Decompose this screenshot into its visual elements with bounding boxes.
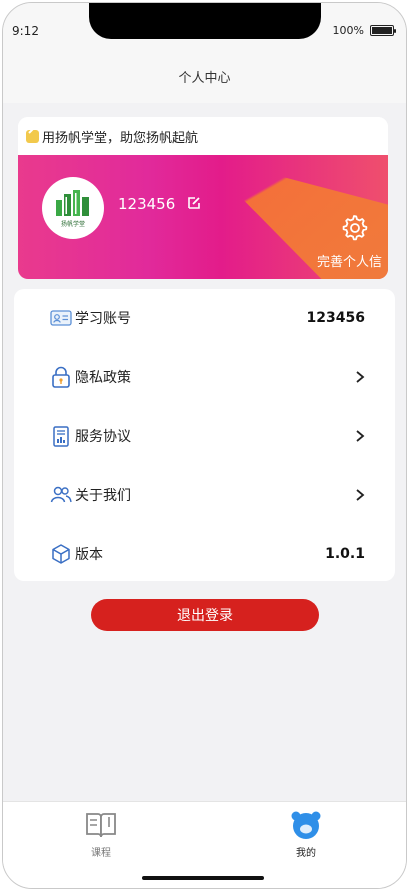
edit-icon[interactable] — [186, 195, 202, 211]
battery-percent: 100% — [332, 24, 364, 37]
battery-icon — [370, 25, 396, 36]
chevron-right-icon — [356, 371, 365, 383]
chevron-right-icon — [356, 489, 365, 501]
menu-item-account[interactable]: 学习账号 123456 — [14, 289, 395, 347]
cube-icon — [52, 544, 70, 564]
notice-bar: 用扬帆学堂，助您扬帆起航 — [18, 117, 388, 155]
user-id: 123456 — [118, 195, 176, 213]
avatar-logo-text: 扬帆学堂 — [60, 221, 85, 228]
status-time: 9:12 — [12, 24, 39, 38]
notice-text: 用扬帆学堂，助您扬帆起航 — [42, 130, 199, 146]
gear-icon[interactable] — [340, 213, 368, 241]
tab-label-mine: 我的 — [296, 848, 316, 859]
page-title: 个人中心 — [178, 71, 231, 86]
complete-profile-label[interactable]: 完善个人信 — [317, 251, 382, 270]
device-notch — [89, 3, 321, 39]
bear-icon — [291, 811, 321, 839]
lock-icon — [52, 366, 70, 388]
users-icon — [50, 486, 72, 503]
phone-frame: 9:12 100% 个人中心 用扬帆学堂，助您扬帆起航 扬帆学堂 123456 … — [2, 2, 407, 889]
menu-label-privacy: 隐私政策 — [75, 370, 131, 386]
menu-item-service-agreement[interactable]: 服务协议 — [14, 407, 395, 465]
account-value: 123456 — [306, 310, 365, 326]
chevron-right-icon — [356, 430, 365, 442]
menu-item-about-us[interactable]: 关于我们 — [14, 466, 395, 524]
version-value: 1.0.1 — [325, 546, 365, 562]
book-icon — [86, 813, 116, 838]
menu-label-about-us: 关于我们 — [75, 488, 131, 504]
menu-item-version: 版本 1.0.1 — [14, 525, 395, 583]
menu-item-privacy[interactable]: 隐私政策 — [14, 348, 395, 406]
header: 9:12 100% 个人中心 — [3, 3, 406, 103]
home-indicator — [142, 876, 264, 880]
pencil-note-icon — [26, 129, 39, 143]
menu-label-account: 学习账号 — [75, 311, 131, 327]
menu-card: 学习账号 123456 隐私政策 服务协议 关于我们 版本 1.0.1 — [14, 289, 395, 581]
logout-button[interactable]: 退出登录 — [91, 599, 319, 631]
tab-mine[interactable]: 我的 — [266, 810, 346, 859]
id-card-icon — [50, 310, 72, 326]
profile-banner: 扬帆学堂 123456 完善个人信 — [18, 155, 388, 279]
tab-courses[interactable]: 课程 — [61, 810, 141, 859]
menu-label-version: 版本 — [75, 547, 103, 563]
avatar[interactable]: 扬帆学堂 — [42, 177, 104, 239]
document-icon — [53, 426, 69, 447]
tab-label-courses: 课程 — [91, 848, 111, 859]
logo-buildings-icon — [56, 190, 89, 216]
profile-card: 用扬帆学堂，助您扬帆起航 扬帆学堂 123456 完善个人信 — [18, 117, 388, 279]
menu-label-service-agreement: 服务协议 — [75, 429, 131, 445]
status-battery: 100% — [332, 24, 396, 37]
